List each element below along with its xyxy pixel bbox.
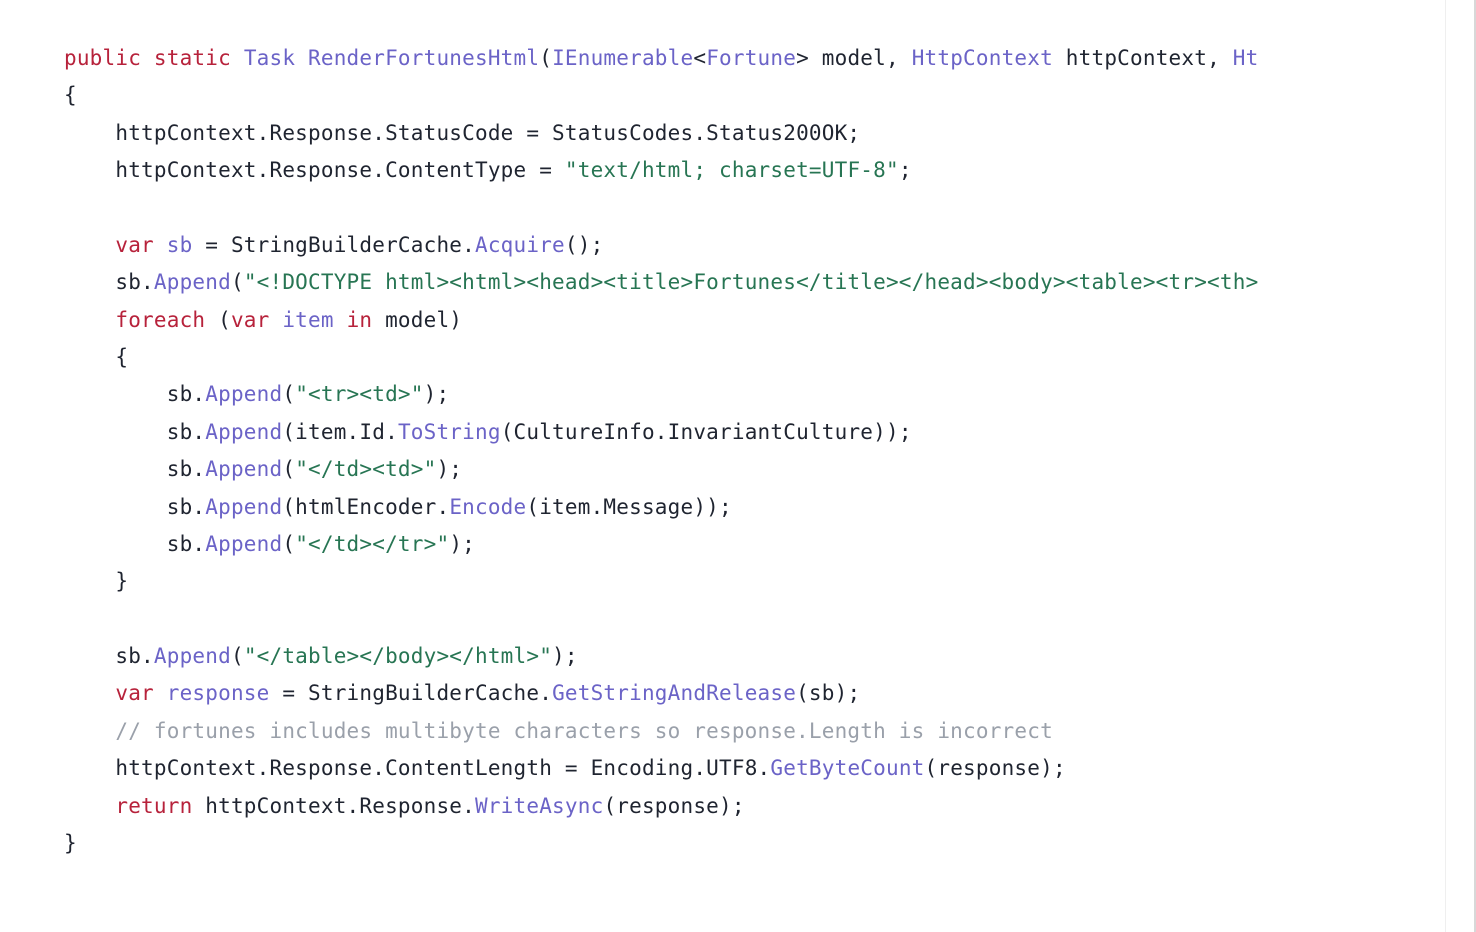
assign-statuscode-rhs: StatusCodes.Status200OK; — [539, 121, 860, 145]
equals: = — [526, 121, 539, 145]
paren-open: ( — [282, 532, 295, 556]
keyword-public: public — [64, 46, 141, 70]
text: = StringBuilderCache. — [192, 233, 475, 257]
sb-append-lhs: sb. — [64, 270, 154, 294]
call-append: Append — [205, 382, 282, 406]
code-viewport: public static Task RenderFortunesHtml(IE… — [0, 0, 1476, 932]
space — [334, 308, 347, 332]
text: (CultureInfo.InvariantCulture)); — [501, 420, 912, 444]
sb-append-lhs: sb. — [64, 644, 154, 668]
text: (response); — [925, 756, 1066, 780]
text: (item.Id. — [282, 420, 398, 444]
call-append: Append — [154, 270, 231, 294]
text: (sb); — [796, 681, 860, 705]
method-name: RenderFortunesHtml — [308, 46, 539, 70]
keyword-return: return — [115, 794, 192, 818]
comma: , — [1207, 46, 1233, 70]
text: model) — [372, 308, 462, 332]
code-block[interactable]: public static Task RenderFortunesHtml(IE… — [0, 0, 1474, 862]
paren-open: ( — [282, 382, 295, 406]
brace-open: { — [64, 83, 77, 107]
call-append: Append — [205, 457, 282, 481]
sb-append-lhs: sb. — [64, 382, 205, 406]
brace-open: { — [64, 345, 128, 369]
text: ); — [552, 644, 578, 668]
keyword-var: var — [231, 308, 270, 332]
type-ienumerable: IEnumerable — [552, 46, 693, 70]
scrollbar-track[interactable] — [1445, 0, 1460, 932]
text: = StringBuilderCache. — [270, 681, 553, 705]
string-tr-td: "<tr><td>" — [295, 382, 423, 406]
call-acquire: Acquire — [475, 233, 565, 257]
type-fragment: Ht — [1233, 46, 1259, 70]
sb-append-lhs: sb. — [64, 495, 205, 519]
sb-append-lhs: sb. — [64, 532, 205, 556]
local-item: item — [282, 308, 333, 332]
space — [154, 681, 167, 705]
call-append: Append — [154, 644, 231, 668]
call-append: Append — [205, 420, 282, 444]
text: ( — [205, 308, 231, 332]
angle-lt: < — [693, 46, 706, 70]
paren-open: ( — [539, 46, 552, 70]
text: (item.Message)); — [526, 495, 732, 519]
assign-contenttype-lhs: httpContext.Response.ContentType — [64, 158, 539, 182]
local-sb: sb — [167, 233, 193, 257]
call-writeasync: WriteAsync — [475, 794, 603, 818]
type-task: Task — [244, 46, 295, 70]
text: ); — [449, 532, 475, 556]
call-getstringandrelease: GetStringAndRelease — [552, 681, 796, 705]
text: (htmlEncoder. — [282, 495, 449, 519]
text: (response); — [603, 794, 744, 818]
call-getbytecount: GetByteCount — [770, 756, 924, 780]
comment-line: // fortunes includes multibyte character… — [64, 719, 1053, 743]
string-td-tr: "</td></tr>" — [295, 532, 449, 556]
comma: , — [886, 46, 912, 70]
sb-append-lhs: sb. — [64, 420, 205, 444]
brace-close: } — [64, 831, 77, 855]
keyword-var: var — [115, 233, 154, 257]
call-append: Append — [205, 495, 282, 519]
equals: = — [539, 158, 552, 182]
paren-open: ( — [231, 270, 244, 294]
text: ); — [436, 457, 462, 481]
text: (); — [565, 233, 604, 257]
text: ); — [424, 382, 450, 406]
keyword-foreach: foreach — [115, 308, 205, 332]
call-tostring: ToString — [398, 420, 501, 444]
paren-open: ( — [231, 644, 244, 668]
brace-close: } — [64, 569, 128, 593]
text: httpContext.Response. — [192, 794, 475, 818]
paren-open: ( — [282, 457, 295, 481]
semicolon: ; — [899, 158, 912, 182]
string-contenttype: "text/html; charset=UTF-8" — [565, 158, 899, 182]
type-fortune: Fortune — [706, 46, 796, 70]
call-append: Append — [205, 532, 282, 556]
equals: = — [565, 756, 578, 780]
type-httpcontext: HttpContext — [912, 46, 1053, 70]
local-response: response — [167, 681, 270, 705]
param-httpcontext: httpContext — [1053, 46, 1207, 70]
keyword-static: static — [154, 46, 231, 70]
call-encode: Encode — [449, 495, 526, 519]
angle-gt: > — [796, 46, 809, 70]
space — [552, 158, 565, 182]
text: Encoding.UTF8. — [578, 756, 771, 780]
assign-contentlength-lhs: httpContext.Response.ContentLength — [64, 756, 565, 780]
string-close-html: "</table></body></html>" — [244, 644, 552, 668]
keyword-var: var — [115, 681, 154, 705]
sb-append-lhs: sb. — [64, 457, 205, 481]
param-model: model — [809, 46, 886, 70]
keyword-in: in — [347, 308, 373, 332]
assign-statuscode-lhs: httpContext.Response.StatusCode — [64, 121, 526, 145]
space — [270, 308, 283, 332]
string-td-td: "</td><td>" — [295, 457, 436, 481]
space — [154, 233, 167, 257]
string-doctype: "<!DOCTYPE html><html><head><title>Fortu… — [244, 270, 1259, 294]
